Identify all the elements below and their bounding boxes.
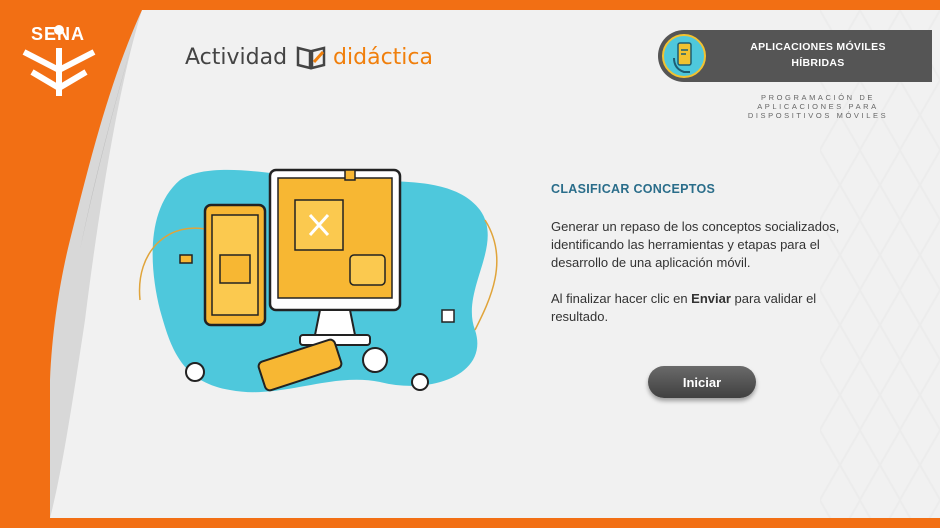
devices-illustration <box>138 168 498 393</box>
app-frame: SENA Actividad didáctica APLICACIONES MÓ… <box>0 0 940 528</box>
module-name-line1: APLICACIONES MÓVILES <box>750 41 886 53</box>
activity-instruction: Al finalizar hacer clic en Enviar para v… <box>551 290 851 326</box>
instruction-send-keyword: Enviar <box>691 291 731 306</box>
module-name-line2: HÍBRIDAS <box>791 57 845 69</box>
module-badge: APLICACIONES MÓVILES HÍBRIDAS <box>658 30 932 82</box>
start-button[interactable]: Iniciar <box>648 366 756 398</box>
activity-word: Actividad <box>185 44 288 70</box>
program-line1: PROGRAMACIÓN DE <box>760 93 875 102</box>
program-line3: DISPOSITIVOS MÓVILES <box>747 111 889 120</box>
program-line2: APLICACIONES PARA <box>757 102 879 111</box>
activity-description: Generar un repaso de los conceptos socia… <box>551 219 840 270</box>
mobile-hand-icon <box>662 34 706 78</box>
program-name: PROGRAMACIÓN DE APLICACIONES PARA DISPOS… <box>728 93 908 120</box>
activity-content: CLASIFICAR CONCEPTOS Generar un repaso d… <box>551 182 851 344</box>
sena-logo-text: SENA <box>30 24 85 44</box>
activity-didactic-title: Actividad didáctica <box>185 44 433 70</box>
didactic-word: didáctica <box>333 44 433 70</box>
book-pencil-icon <box>296 46 326 70</box>
instruction-prefix: Al finalizar hacer clic en <box>551 291 692 306</box>
module-name: APLICACIONES MÓVILES HÍBRIDAS <box>728 39 908 71</box>
activity-title: CLASIFICAR CONCEPTOS <box>551 182 716 196</box>
